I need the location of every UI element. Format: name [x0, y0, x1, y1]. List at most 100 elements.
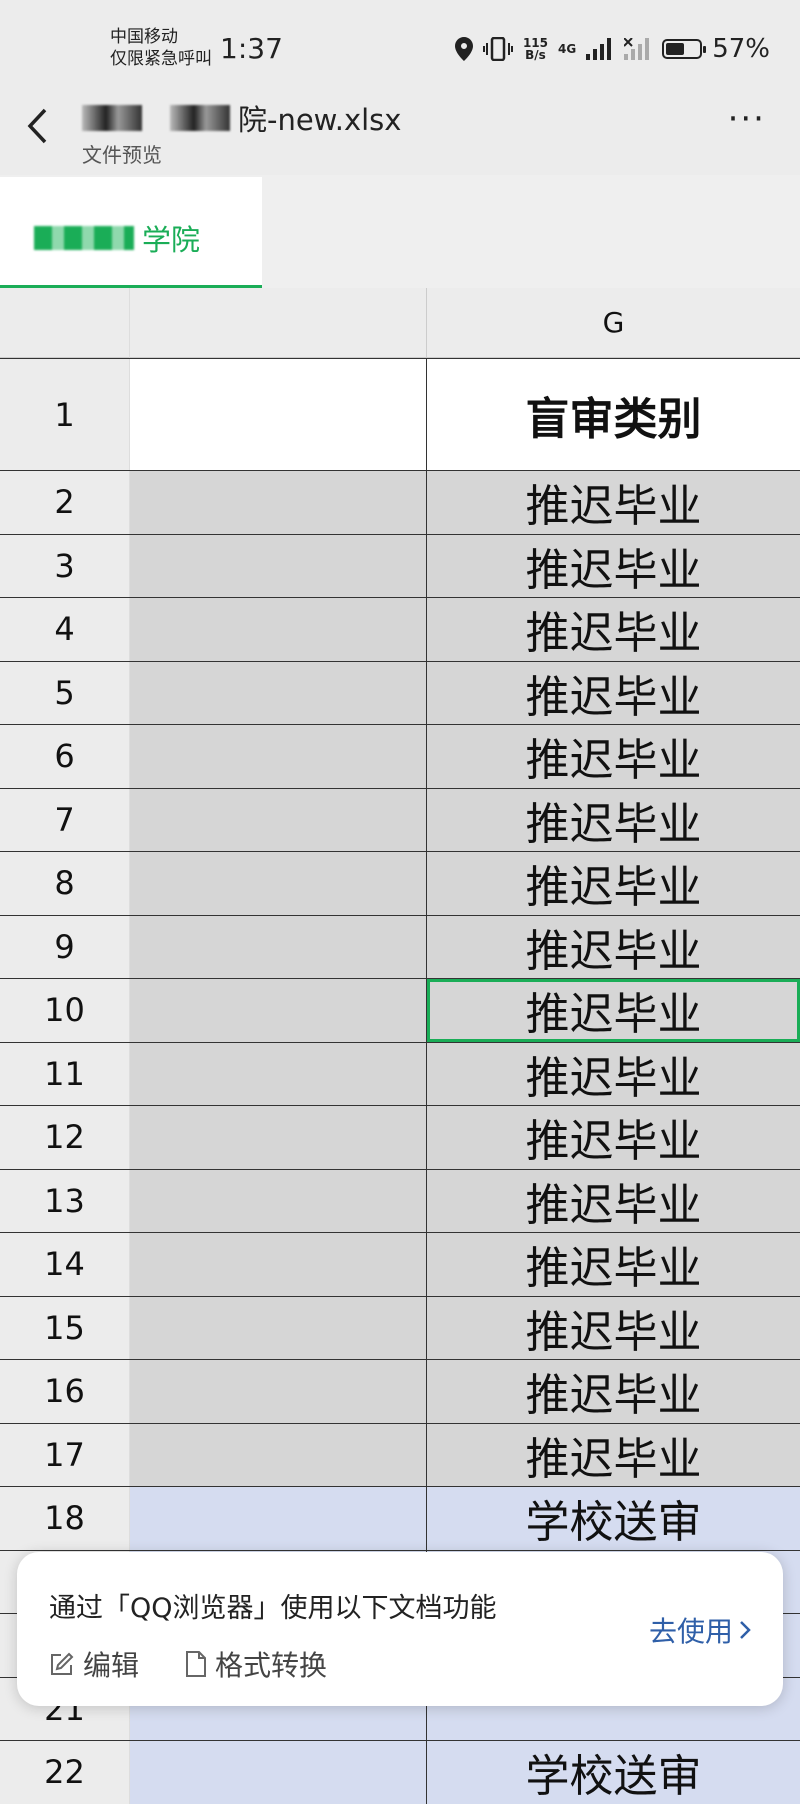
table-cell[interactable]: [130, 1487, 427, 1550]
edit-option[interactable]: 编辑: [49, 1644, 139, 1684]
table-row: 2 推迟毕业: [0, 470, 800, 534]
back-button[interactable]: [26, 107, 48, 155]
table-row: 15 推迟毕业: [0, 1295, 800, 1359]
qq-browser-prompt: 通过「QQ浏览器」使用以下文档功能 编辑 格式转换 去使用: [17, 1552, 783, 1706]
row-number[interactable]: 3: [0, 534, 130, 597]
table-row: 4 推迟毕业: [0, 597, 800, 661]
table-cell[interactable]: 推迟毕业: [427, 1233, 800, 1296]
table-cell[interactable]: 推迟毕业: [427, 915, 800, 978]
table-cell[interactable]: 推迟毕业: [427, 1423, 800, 1486]
table-cell[interactable]: 推迟毕业: [427, 661, 800, 724]
row-number[interactable]: 13: [0, 1169, 130, 1232]
table-cell[interactable]: 推迟毕业: [427, 852, 800, 915]
table-cell[interactable]: 学校送审: [427, 1741, 800, 1804]
row-number[interactable]: 8: [0, 852, 130, 915]
table-cell[interactable]: [130, 1423, 427, 1486]
row-number[interactable]: 9: [0, 915, 130, 978]
column-header-g[interactable]: G: [427, 288, 800, 358]
row-number[interactable]: 6: [0, 725, 130, 788]
table-row: 12 推迟毕业: [0, 1105, 800, 1169]
table-cell[interactable]: [130, 725, 427, 788]
prompt-text: 通过「QQ浏览器」使用以下文档功能: [49, 1593, 497, 1624]
row-number[interactable]: 10: [0, 979, 130, 1042]
table-row: 3 推迟毕业: [0, 533, 800, 597]
table-cell[interactable]: 推迟毕业: [427, 598, 800, 661]
redacted-text: [170, 105, 230, 131]
table-cell[interactable]: 盲审类别: [427, 359, 800, 470]
redacted-text: [82, 105, 142, 131]
table-cell[interactable]: [130, 1741, 427, 1804]
table-cell[interactable]: [130, 359, 427, 470]
table-cell-selected[interactable]: 推迟毕业: [427, 979, 800, 1042]
sheet-tab[interactable]: 学院: [0, 177, 262, 288]
row-number[interactable]: 12: [0, 1106, 130, 1169]
table-cell[interactable]: 推迟毕业: [427, 1169, 800, 1232]
table-cell[interactable]: 推迟毕业: [427, 1042, 800, 1105]
table-cell[interactable]: [130, 1106, 427, 1169]
location-icon: [454, 37, 473, 61]
table-cell[interactable]: [130, 661, 427, 724]
table-row: 13 推迟毕业: [0, 1168, 800, 1232]
column-header-hidden[interactable]: [130, 288, 427, 358]
clock: 1:37: [220, 32, 283, 65]
table-cell[interactable]: [130, 598, 427, 661]
table-cell[interactable]: 学校送审: [427, 1487, 800, 1550]
table-cell[interactable]: [130, 1360, 427, 1423]
row-number[interactable]: 4: [0, 598, 130, 661]
sheet-tab-name: 学院: [142, 223, 201, 257]
table-cell[interactable]: [130, 915, 427, 978]
file-name: 院-new.xlsx: [238, 103, 402, 137]
title-bar: 院-new.xlsx 文件预览 ···: [0, 95, 800, 175]
table-row: 8 推迟毕业: [0, 851, 800, 915]
table-row: 16 推迟毕业: [0, 1359, 800, 1423]
more-options-button[interactable]: ···: [728, 99, 766, 139]
row-number[interactable]: 16: [0, 1360, 130, 1423]
vibrate-icon: [482, 37, 513, 61]
row-number[interactable]: 22: [0, 1741, 130, 1804]
carrier-name: 中国移动: [110, 27, 178, 47]
row-number[interactable]: 18: [0, 1487, 130, 1550]
battery-percent: 57%: [712, 34, 770, 64]
table-cell[interactable]: 推迟毕业: [427, 1360, 800, 1423]
row-number[interactable]: 7: [0, 788, 130, 851]
table-cell[interactable]: [130, 1296, 427, 1359]
table-row: 6 推迟毕业: [0, 724, 800, 788]
table-row: 7 推迟毕业: [0, 787, 800, 851]
row-number[interactable]: 11: [0, 1042, 130, 1105]
table-cell[interactable]: 推迟毕业: [427, 1296, 800, 1359]
file-title: 院-new.xlsx: [82, 97, 401, 139]
table-cell[interactable]: 推迟毕业: [427, 534, 800, 597]
no-signal-icon: [624, 38, 650, 60]
net-speed: 115 B/s: [523, 37, 548, 61]
file-subtitle: 文件预览: [82, 143, 162, 167]
table-row: 22 学校送审: [0, 1740, 800, 1804]
document-icon: [186, 1651, 206, 1677]
row-number[interactable]: 1: [0, 359, 130, 470]
table-row: 1 盲审类别: [0, 358, 800, 470]
format-convert-option[interactable]: 格式转换: [185, 1644, 327, 1684]
use-now-label: 去使用: [648, 1615, 733, 1648]
row-number[interactable]: 17: [0, 1423, 130, 1486]
table-cell[interactable]: [130, 852, 427, 915]
table-row: 17 推迟毕业: [0, 1422, 800, 1486]
corner-cell[interactable]: [0, 288, 130, 358]
edit-label: 编辑: [83, 1649, 140, 1682]
table-row: 5 推迟毕业: [0, 660, 800, 724]
table-cell[interactable]: [130, 1233, 427, 1296]
table-cell[interactable]: [130, 534, 427, 597]
table-cell[interactable]: [130, 788, 427, 851]
table-cell[interactable]: 推迟毕业: [427, 471, 800, 534]
table-cell[interactable]: [130, 1042, 427, 1105]
table-cell[interactable]: [130, 471, 427, 534]
table-cell[interactable]: 推迟毕业: [427, 725, 800, 788]
use-now-button[interactable]: 去使用: [649, 1610, 751, 1650]
row-number[interactable]: 14: [0, 1233, 130, 1296]
carrier-status: 仅限紧急呼叫: [110, 49, 212, 69]
row-number[interactable]: 2: [0, 471, 130, 534]
table-cell[interactable]: 推迟毕业: [427, 788, 800, 851]
row-number[interactable]: 5: [0, 661, 130, 724]
table-cell[interactable]: [130, 979, 427, 1042]
row-number[interactable]: 15: [0, 1296, 130, 1359]
table-cell[interactable]: [130, 1169, 427, 1232]
table-cell[interactable]: 推迟毕业: [427, 1106, 800, 1169]
